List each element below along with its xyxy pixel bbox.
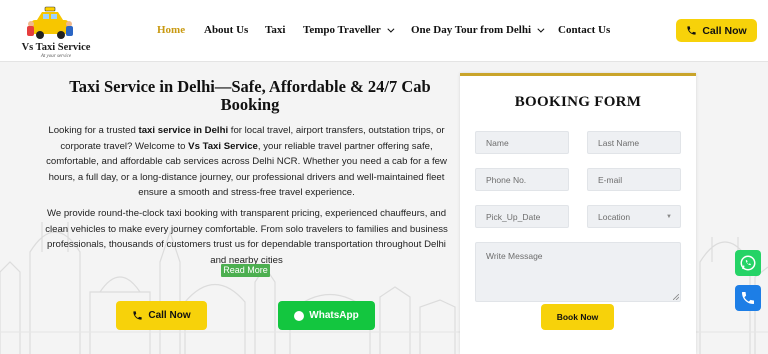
chevron-down-icon (387, 25, 395, 33)
site-logo[interactable]: Vs Taxi Service At your service (17, 4, 95, 60)
hero-second-paragraph: We provide round-the-clock taxi booking … (45, 208, 448, 266)
name-field[interactable]: Name (475, 131, 569, 154)
phone-icon (687, 26, 696, 35)
taxi-logo-icon (27, 6, 73, 39)
email-field[interactable]: E-mail (587, 168, 681, 191)
nav-one-day-tour[interactable]: One Day Tour from Delhi (411, 24, 545, 36)
whatsapp-icon (740, 255, 756, 271)
keyword-taxi-service-delhi: taxi service in Delhi (138, 125, 229, 136)
phone-field[interactable]: Phone No. (475, 168, 569, 191)
brand-tagline: At your service (40, 54, 72, 59)
chevron-down-icon (537, 25, 545, 33)
floating-call-button[interactable] (735, 285, 761, 311)
booking-form-title: BOOKING FORM (514, 94, 642, 110)
chevron-down-icon: ▼ (666, 213, 672, 220)
site-header: Vs Taxi Service At your service Home Abo… (0, 0, 768, 62)
nav-home[interactable]: Home (157, 24, 185, 36)
hero-whatsapp-button[interactable]: WhatsApp (278, 301, 375, 330)
hero-intro-paragraph: Looking for a trusted taxi service in De… (46, 125, 447, 198)
read-more-button[interactable]: Read More (221, 264, 270, 277)
hero-call-button[interactable]: Call Now (116, 301, 207, 330)
nav-taxi[interactable]: Taxi (265, 24, 285, 36)
nav-tempo-traveller[interactable]: Tempo Traveller (303, 24, 395, 36)
pickup-date-field[interactable]: Pick_Up_Date (475, 205, 569, 228)
resize-handle-icon[interactable] (673, 294, 679, 300)
hero-title: Taxi Service in Delhi—Safe, Affordable &… (69, 77, 431, 114)
booking-form: BOOKING FORM Name Last Name Phone No. E-… (460, 73, 696, 354)
nav-contact-us[interactable]: Contact Us (558, 24, 610, 36)
brand-name: Vs Taxi Service (21, 42, 91, 53)
whatsapp-icon (294, 310, 305, 321)
phone-icon (742, 292, 754, 304)
brand-mention: Vs Taxi Service (188, 140, 258, 152)
phone-icon (133, 311, 142, 320)
floating-whatsapp-button[interactable] (735, 250, 761, 276)
book-now-button[interactable]: Book Now (541, 304, 614, 330)
header-call-button[interactable]: Call Now (676, 19, 757, 42)
location-select[interactable]: Location ▼ (587, 205, 681, 228)
nav-about-us[interactable]: About Us (204, 24, 248, 36)
last-name-field[interactable]: Last Name (587, 131, 681, 154)
message-textarea[interactable]: Write Message (475, 242, 681, 302)
